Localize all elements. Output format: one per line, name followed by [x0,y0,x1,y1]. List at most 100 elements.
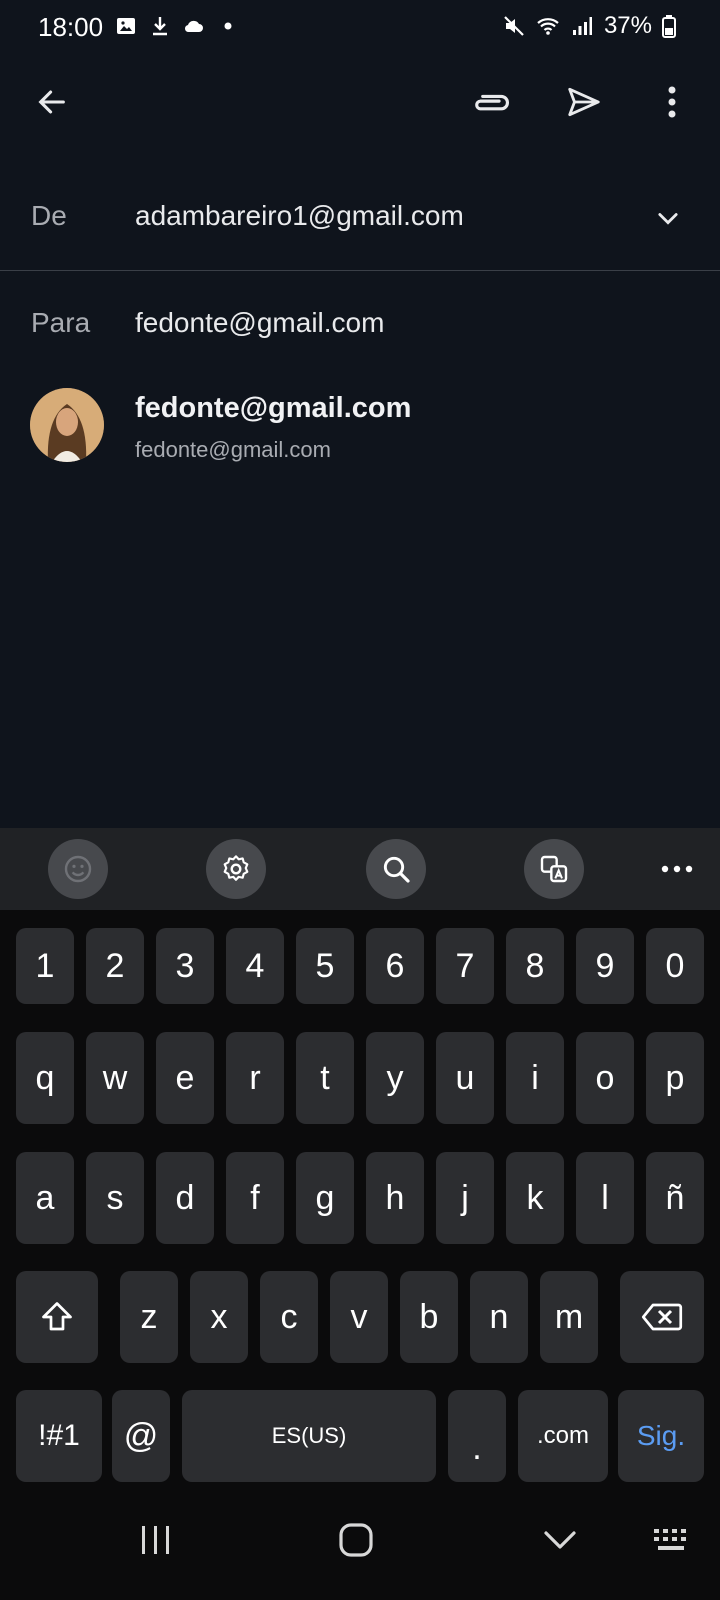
home-button[interactable] [326,1510,386,1570]
key-l[interactable]: l [576,1152,634,1244]
back-down-icon [544,1531,576,1549]
key-z[interactable]: z [120,1271,178,1363]
shift-key[interactable] [16,1271,98,1363]
divider [0,270,720,271]
settings-icon [223,855,249,881]
key-d[interactable]: d [156,1152,214,1244]
recents-button[interactable] [126,1510,186,1570]
key-w[interactable]: w [86,1032,144,1124]
cloud-icon [184,20,203,33]
to-label: Para [31,307,91,338]
key-g[interactable]: g [296,1152,354,1244]
more-options-button[interactable] [644,74,700,130]
key-s[interactable]: s [86,1152,144,1244]
key-3[interactable]: 3 [156,928,214,1004]
key-v[interactable]: v [330,1271,388,1363]
recents-icon [142,1526,169,1554]
key-u[interactable]: u [436,1032,494,1124]
contact-suggestion[interactable]: fedonte@gmail.com fedonte@gmail.com [0,378,720,474]
send-button[interactable] [556,74,612,130]
status-left-icons [114,14,240,38]
key-j[interactable]: j [436,1152,494,1244]
key-b[interactable]: b [400,1271,458,1363]
shift-icon [42,1302,72,1331]
keyboard-switch-button[interactable] [642,1510,702,1570]
signal-icon [572,17,592,35]
to-field[interactable]: fedonte@gmail.com [135,307,384,339]
wifi-icon [537,18,559,35]
battery-percent: 37% [603,12,652,39]
image-icon [117,18,135,34]
key-1[interactable]: 1 [16,928,74,1004]
key-f[interactable]: f [226,1152,284,1244]
symbols-key[interactable]: !#1 [16,1390,102,1482]
chevron-down-icon [658,213,678,225]
avatar [30,388,104,462]
key-n[interactable]: n [470,1271,528,1363]
key-4[interactable]: 4 [226,928,284,1004]
suggestion-email: fedonte@gmail.com [135,437,331,462]
key-n-tilde[interactable]: ñ [646,1152,704,1244]
status-bar: 18:00 37% [0,0,720,52]
key-o[interactable]: o [576,1032,634,1124]
space-key[interactable]: ES(US) [182,1390,436,1482]
key-c[interactable]: c [260,1271,318,1363]
mute-icon [504,16,524,36]
suggestion-name: fedonte@gmail.com [135,392,412,424]
keyboard-search-button[interactable] [366,839,426,899]
backspace-key[interactable] [620,1271,704,1363]
key-x[interactable]: x [190,1271,248,1363]
battery-icon [662,15,676,38]
download-icon [153,17,167,36]
key-e[interactable]: e [156,1032,214,1124]
key-8[interactable]: 8 [506,928,564,1004]
back-button[interactable] [24,74,80,130]
hide-keyboard-button[interactable] [530,1510,590,1570]
key-t[interactable]: t [296,1032,354,1124]
next-key[interactable]: Sig. [618,1390,704,1482]
send-icon [568,87,600,117]
key-2[interactable]: 2 [86,928,144,1004]
status-right: 37% [502,12,676,40]
key-7[interactable]: 7 [436,928,494,1004]
key-p[interactable]: p [646,1032,704,1124]
key-h[interactable]: h [366,1152,424,1244]
keyboard-switch-icon [654,1529,686,1550]
key-0[interactable]: 0 [646,928,704,1004]
key-5[interactable]: 5 [296,928,354,1004]
key-q[interactable]: q [16,1032,74,1124]
attach-icon [475,94,510,111]
emoji-button[interactable] [48,839,108,899]
key-m[interactable]: m [540,1271,598,1363]
keyboard-settings-button[interactable] [206,839,266,899]
key-k[interactable]: k [506,1152,564,1244]
key-9[interactable]: 9 [576,928,634,1004]
more-horiz-icon [661,865,693,873]
dotcom-key[interactable]: .com [518,1390,608,1482]
emoji-icon [64,855,92,883]
key-6[interactable]: 6 [366,928,424,1004]
search-icon [383,856,410,883]
navigation-bar [0,1488,720,1600]
key-y[interactable]: y [366,1032,424,1124]
key-i[interactable]: i [506,1032,564,1124]
back-arrow-icon [38,90,65,114]
keyboard-more-button[interactable] [660,856,694,882]
from-dropdown-button[interactable] [640,190,696,246]
from-field[interactable]: adambareiro1@gmail.com [135,200,464,232]
translate-icon [540,855,568,883]
key-r[interactable]: r [226,1032,284,1124]
keyboard-toolbar [0,828,720,910]
backspace-icon [641,1303,683,1331]
from-label: De [31,200,67,231]
translate-button[interactable] [524,839,584,899]
at-key[interactable]: @ [112,1390,170,1482]
keyboard: 1 2 3 4 5 6 7 8 9 0 q w e r t y u i o p … [0,910,720,1488]
home-icon [339,1523,373,1557]
attach-button[interactable] [464,74,520,130]
period-key[interactable]: . [448,1390,506,1482]
more-vert-icon [668,86,676,118]
key-a[interactable]: a [16,1152,74,1244]
dot-icon [224,22,232,30]
compose-app-bar [0,68,720,140]
